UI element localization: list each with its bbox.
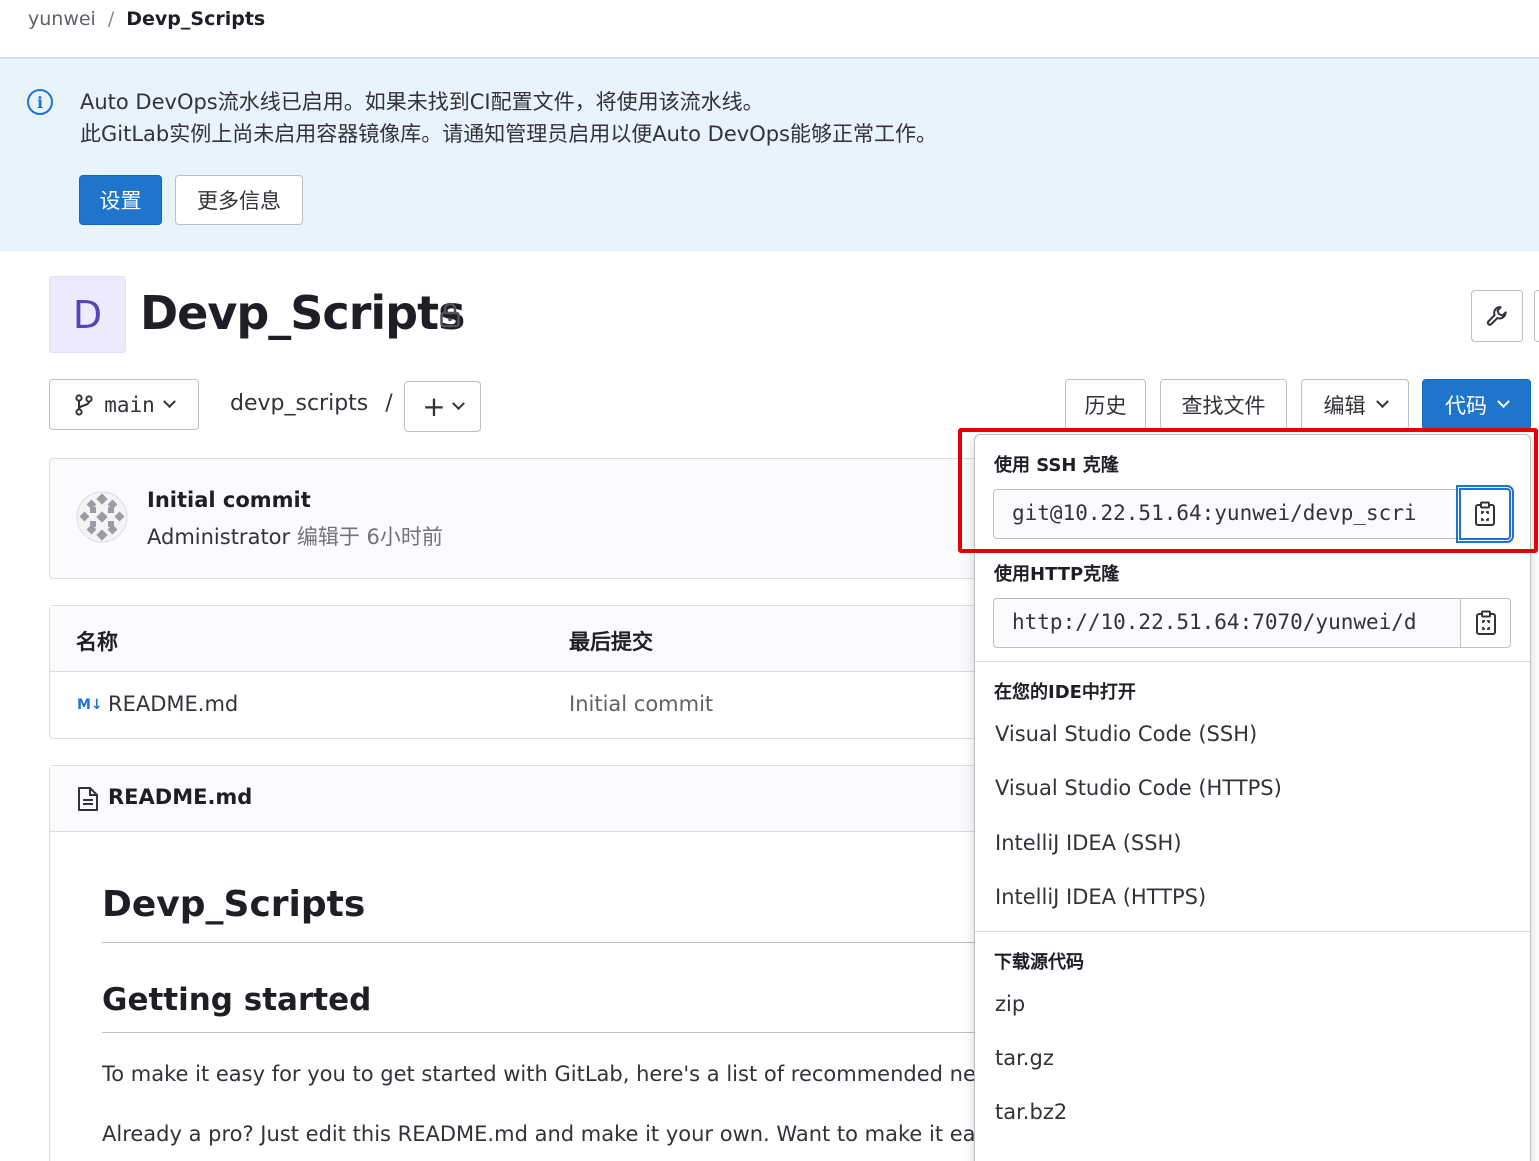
file-icon (78, 787, 98, 811)
download-tar-bz2[interactable]: tar.bz2 (995, 1100, 1067, 1124)
info-icon: i (27, 89, 53, 115)
file-last-commit-link[interactable]: Initial commit (569, 692, 713, 716)
repo-path-root[interactable]: devp_scripts (230, 391, 368, 416)
lock-icon (440, 302, 460, 328)
heading-divider (102, 942, 982, 943)
column-header-name: 名称 (76, 630, 118, 654)
download-source-label: 下载源代码 (994, 952, 1084, 973)
alert-message-line-1: Auto DevOps流水线已启用。如果未找到CI配置文件，将使用该流水线。 (80, 90, 764, 114)
branch-name: main (104, 392, 155, 417)
wrench-icon (1486, 306, 1507, 326)
more-info-button[interactable]: 更多信息 (175, 175, 303, 225)
http-clone-label: 使用HTTP克隆 (994, 564, 1120, 585)
file-tree-header (50, 606, 1008, 672)
markdown-icon: M↓ (77, 697, 103, 713)
dropdown-divider (975, 661, 1530, 662)
commit-title-link[interactable]: Initial commit (147, 488, 311, 512)
branch-icon (75, 393, 93, 416)
commit-meta: Administrator 编辑于 6小时前 (147, 521, 443, 551)
dropdown-divider (975, 931, 1530, 932)
commit-author-avatar[interactable] (76, 491, 128, 543)
chevron-down-icon (451, 397, 465, 411)
download-tar-gz[interactable]: tar.gz (995, 1046, 1054, 1070)
commit-author-link[interactable]: Administrator (147, 525, 290, 549)
alert-message-line-2: 此GitLab实例上尚未启用容器镜像库。请通知管理员启用以便Auto DevOp… (80, 122, 937, 146)
breadcrumb-separator: / (107, 8, 115, 30)
history-button[interactable]: 历史 (1065, 379, 1146, 430)
find-file-button[interactable]: 查找文件 (1160, 379, 1287, 430)
readme-paragraph-2: Already a pro? Just edit this README.md … (102, 1122, 976, 1146)
readme-filename[interactable]: README.md (108, 785, 252, 809)
commit-time: 编辑于 6小时前 (296, 525, 443, 549)
copy-ssh-url-button[interactable] (1459, 488, 1511, 540)
readme-heading-1: Devp_Scripts (102, 884, 366, 925)
copy-to-clipboard-icon (1475, 501, 1495, 526)
repo-path: devp_scripts / (230, 391, 393, 416)
plus-icon: + (422, 389, 446, 423)
column-header-last-commit: 最后提交 (569, 630, 653, 654)
http-clone-url-input[interactable]: http://10.22.51.64:7070/yunwei/d (993, 598, 1461, 648)
breadcrumb: yunwei / Devp_Scripts (28, 8, 265, 30)
chevron-down-icon (1375, 395, 1389, 409)
file-link-readme[interactable]: README.md (108, 692, 238, 716)
ssh-clone-url-input[interactable]: git@10.22.51.64:yunwei/devp_scri (993, 489, 1461, 539)
readme-paragraph-1: To make it easy for you to get started w… (102, 1062, 976, 1086)
readme-heading-2: Getting started (102, 982, 372, 1018)
chevron-down-icon (1497, 395, 1510, 409)
repo-path-separator: / (385, 391, 393, 416)
chevron-down-icon (162, 395, 176, 409)
open-in-ide-label: 在您的IDE中打开 (994, 682, 1136, 703)
edit-label: 编辑 (1323, 393, 1366, 418)
copy-to-clipboard-icon (1475, 610, 1496, 635)
add-to-tree-button[interactable]: + (404, 381, 481, 432)
download-zip[interactable]: zip (995, 992, 1025, 1016)
ide-item-vscode-https[interactable]: Visual Studio Code (HTTPS) (995, 776, 1282, 800)
code-label: 代码 (1445, 393, 1487, 418)
ide-item-vscode-ssh[interactable]: Visual Studio Code (SSH) (995, 722, 1257, 746)
edit-dropdown-button[interactable]: 编辑 (1301, 379, 1409, 430)
heading-divider (102, 1032, 982, 1033)
branch-selector[interactable]: main (49, 379, 199, 430)
settings-button[interactable]: 设置 (79, 175, 162, 225)
code-dropdown-button[interactable]: 代码 (1422, 379, 1531, 430)
project-actions-button[interactable] (1534, 290, 1539, 342)
last-commit-panel (49, 458, 1009, 579)
copy-http-url-button[interactable] (1460, 598, 1511, 648)
ide-item-intellij-https[interactable]: IntelliJ IDEA (HTTPS) (995, 885, 1206, 909)
breadcrumb-user-link[interactable]: yunwei (28, 8, 96, 30)
project-settings-button[interactable] (1471, 290, 1523, 342)
ssh-clone-label: 使用 SSH 克隆 (994, 455, 1119, 476)
ide-item-intellij-ssh[interactable]: IntelliJ IDEA (SSH) (995, 831, 1182, 855)
project-avatar[interactable]: D (49, 276, 126, 353)
breadcrumb-project-link[interactable]: Devp_Scripts (126, 8, 265, 30)
project-title: Devp_Scripts (140, 286, 465, 340)
